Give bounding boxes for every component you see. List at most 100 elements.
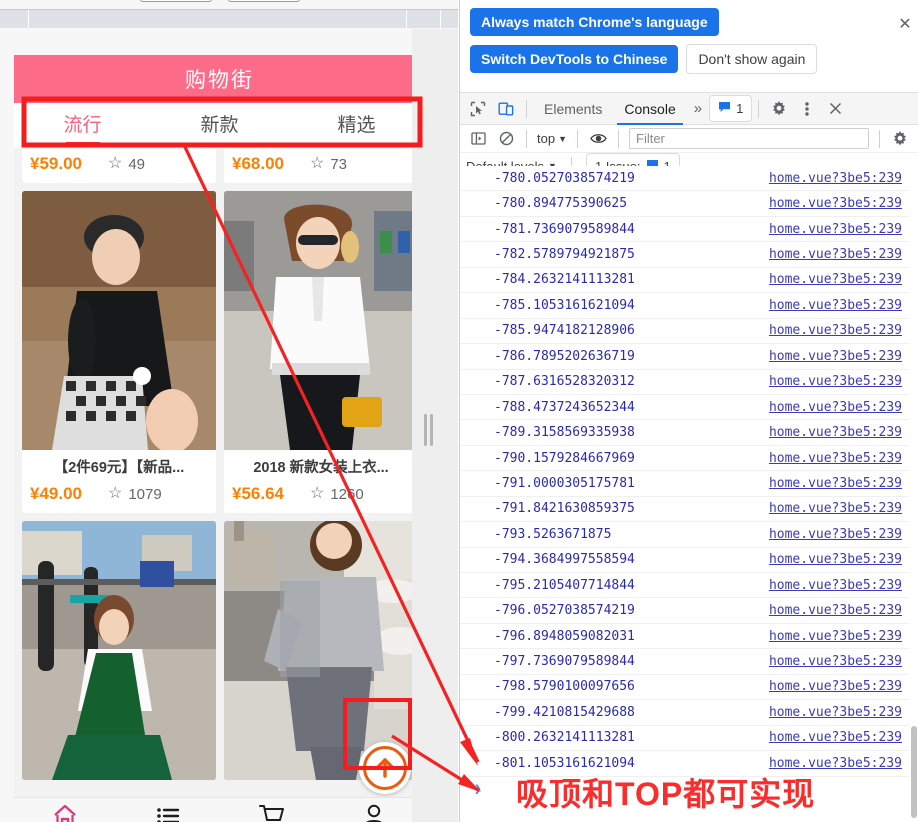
console-row[interactable]: -795.2105407714844home.vue?3be5:239: [460, 573, 918, 598]
execution-context-select[interactable]: top ▼: [533, 131, 571, 146]
issues-chip[interactable]: 1: [709, 95, 752, 122]
console-row[interactable]: -784.2632141113281home.vue?3be5:239: [460, 268, 918, 293]
product-card-partial-1[interactable]: ¥59.00 ☆ 49: [22, 149, 216, 183]
product-favorites-count: 73: [330, 156, 347, 173]
product-image-green-dress[interactable]: [22, 521, 216, 780]
console-row-source-link[interactable]: home.vue?3be5:239: [769, 629, 902, 644]
console-row[interactable]: -794.3684997558594home.vue?3be5:239: [460, 548, 918, 573]
console-row-source-link[interactable]: home.vue?3be5:239: [769, 679, 902, 694]
switch-devtools-to-chinese-button[interactable]: Switch DevTools to Chinese: [470, 45, 678, 73]
more-vertical-icon[interactable]: [793, 96, 821, 122]
tab-liuxing[interactable]: 流行: [14, 103, 151, 148]
clear-console-icon[interactable]: [492, 126, 520, 152]
chrome-tab-strip[interactable]: [0, 10, 458, 28]
console-row-source-link[interactable]: home.vue?3be5:239: [769, 323, 902, 338]
console-filter-input[interactable]: [629, 128, 869, 149]
chevron-double-right-icon[interactable]: »: [687, 100, 709, 117]
tab-xinkuan[interactable]: 新款: [151, 103, 288, 148]
toolbar-divider: [526, 100, 527, 118]
product-card-partial-2[interactable]: ¥68.00 ☆ 73: [224, 149, 418, 183]
console-row[interactable]: -781.7369079589844home.vue?3be5:239: [460, 217, 918, 242]
console-row[interactable]: -793.5263671875home.vue?3be5:239: [460, 522, 918, 547]
console-row[interactable]: -786.7895202636719home.vue?3be5:239: [460, 344, 918, 369]
live-expression-icon[interactable]: [584, 126, 612, 152]
console-row[interactable]: -788.4737243652344home.vue?3be5:239: [460, 395, 918, 420]
chrome-toolbar-pill-2[interactable]: [228, 0, 300, 2]
product-image-grey-sweater[interactable]: [224, 521, 418, 780]
console-row-value: -795.2105407714844: [494, 578, 769, 593]
tab-console[interactable]: Console: [613, 93, 686, 125]
console-row[interactable]: -789.3158569335938home.vue?3be5:239: [460, 420, 918, 445]
console-row[interactable]: -796.0527038574219home.vue?3be5:239: [460, 598, 918, 623]
gear-icon[interactable]: [886, 126, 914, 152]
product-card[interactable]: 【2件69元】【新品... ¥49.00 ☆ 1079: [22, 191, 216, 513]
console-row-source-link[interactable]: home.vue?3be5:239: [769, 349, 902, 364]
console-row-source-link[interactable]: home.vue?3be5:239: [769, 196, 902, 211]
console-row-value: -782.5789794921875: [494, 247, 769, 262]
bottom-tabbar[interactable]: 首页: [14, 797, 425, 822]
console-row-source-link[interactable]: home.vue?3be5:239: [769, 222, 902, 237]
console-row[interactable]: -791.8421630859375home.vue?3be5:239: [460, 497, 918, 522]
product-grid-partial-row: ¥59.00 ☆ 49 ¥68.00 ☆ 73: [14, 149, 425, 191]
annotation-text: 吸顶和TOP都可实现: [516, 769, 815, 815]
tab-elements[interactable]: Elements: [533, 93, 613, 125]
tab-jingxuan[interactable]: 精选: [288, 103, 425, 148]
console-row[interactable]: -797.7369079589844home.vue?3be5:239: [460, 649, 918, 674]
console-row-source-link[interactable]: home.vue?3be5:239: [769, 705, 902, 720]
console-row-source-link[interactable]: home.vue?3be5:239: [769, 247, 902, 262]
product-title: 2018 新款女装上衣...: [224, 450, 418, 479]
console-sidebar-icon[interactable]: [464, 126, 492, 152]
gear-icon[interactable]: [765, 96, 793, 122]
product-price: ¥49.00: [30, 484, 82, 504]
console-row-source-link[interactable]: home.vue?3be5:239: [769, 476, 902, 491]
console-row[interactable]: -785.9474182128906home.vue?3be5:239: [460, 319, 918, 344]
back-to-top-button[interactable]: [359, 742, 411, 794]
console-row-source-link[interactable]: home.vue?3be5:239: [769, 425, 902, 440]
console-scrollbar[interactable]: [909, 170, 918, 822]
console-row-source-link[interactable]: home.vue?3be5:239: [769, 578, 902, 593]
inspect-element-icon[interactable]: [464, 96, 492, 122]
product-card[interactable]: 2018 新款女装上衣... ¥56.64 ☆ 1260: [224, 191, 418, 513]
console-row[interactable]: -799.4210815429688home.vue?3be5:239: [460, 700, 918, 725]
devtools-resize-grip[interactable]: [412, 29, 458, 822]
console-row[interactable]: -787.6316528320312home.vue?3be5:239: [460, 370, 918, 395]
console-row[interactable]: -798.5790100097656home.vue?3be5:239: [460, 675, 918, 700]
device-toolbar-icon[interactable]: [492, 96, 520, 122]
console-row-source-link[interactable]: home.vue?3be5:239: [769, 171, 902, 186]
console-row-source-link[interactable]: home.vue?3be5:239: [769, 552, 902, 567]
console-row-source-link[interactable]: home.vue?3be5:239: [769, 730, 902, 745]
product-image-black-tshirt[interactable]: [22, 191, 216, 450]
console-row[interactable]: -790.1579284667969home.vue?3be5:239: [460, 446, 918, 471]
close-icon[interactable]: [821, 96, 849, 122]
product-card[interactable]: [224, 521, 418, 780]
console-row-value: -780.0527038574219: [494, 171, 769, 186]
console-row[interactable]: -785.1053161621094home.vue?3be5:239: [460, 293, 918, 318]
console-row-source-link[interactable]: home.vue?3be5:239: [769, 298, 902, 313]
console-row[interactable]: -800.2632141113281home.vue?3be5:239: [460, 726, 918, 751]
console-row[interactable]: -796.8948059082031home.vue?3be5:239: [460, 624, 918, 649]
category-tabbar[interactable]: 流行 新款 精选: [14, 103, 425, 149]
console-row-source-link[interactable]: home.vue?3be5:239: [769, 374, 902, 389]
chrome-toolbar-pill-1[interactable]: [140, 0, 212, 2]
console-row-source-link[interactable]: home.vue?3be5:239: [769, 400, 902, 415]
console-row-source-link[interactable]: home.vue?3be5:239: [769, 527, 902, 542]
console-row[interactable]: -791.0000305175781home.vue?3be5:239: [460, 471, 918, 496]
dont-show-again-button[interactable]: Don't show again: [686, 44, 817, 74]
console-row-source-link[interactable]: home.vue?3be5:239: [769, 501, 902, 516]
product-card[interactable]: [22, 521, 216, 780]
console-row-source-link[interactable]: home.vue?3be5:239: [769, 603, 902, 618]
close-icon[interactable]: ✕: [896, 14, 914, 34]
tabbar-item-cart[interactable]: 购物车: [220, 798, 323, 822]
console-row-source-link[interactable]: home.vue?3be5:239: [769, 451, 902, 466]
tabbar-item-home[interactable]: 首页: [14, 798, 117, 822]
console-row[interactable]: -780.0527038574219home.vue?3be5:239: [460, 166, 918, 191]
tabbar-item-category[interactable]: 分类: [117, 798, 220, 822]
console-row[interactable]: -780.894775390625home.vue?3be5:239: [460, 191, 918, 216]
console-row-source-link[interactable]: home.vue?3be5:239: [769, 654, 902, 669]
tabbar-item-profile[interactable]: 我的: [322, 798, 425, 822]
product-image-white-blouse[interactable]: [224, 191, 418, 450]
console-row[interactable]: -782.5789794921875home.vue?3be5:239: [460, 242, 918, 267]
console-message-list[interactable]: -780.0527038574219home.vue?3be5:239-780.…: [460, 166, 918, 822]
console-row-source-link[interactable]: home.vue?3be5:239: [769, 272, 902, 287]
always-match-language-button[interactable]: Always match Chrome's language: [470, 8, 719, 36]
